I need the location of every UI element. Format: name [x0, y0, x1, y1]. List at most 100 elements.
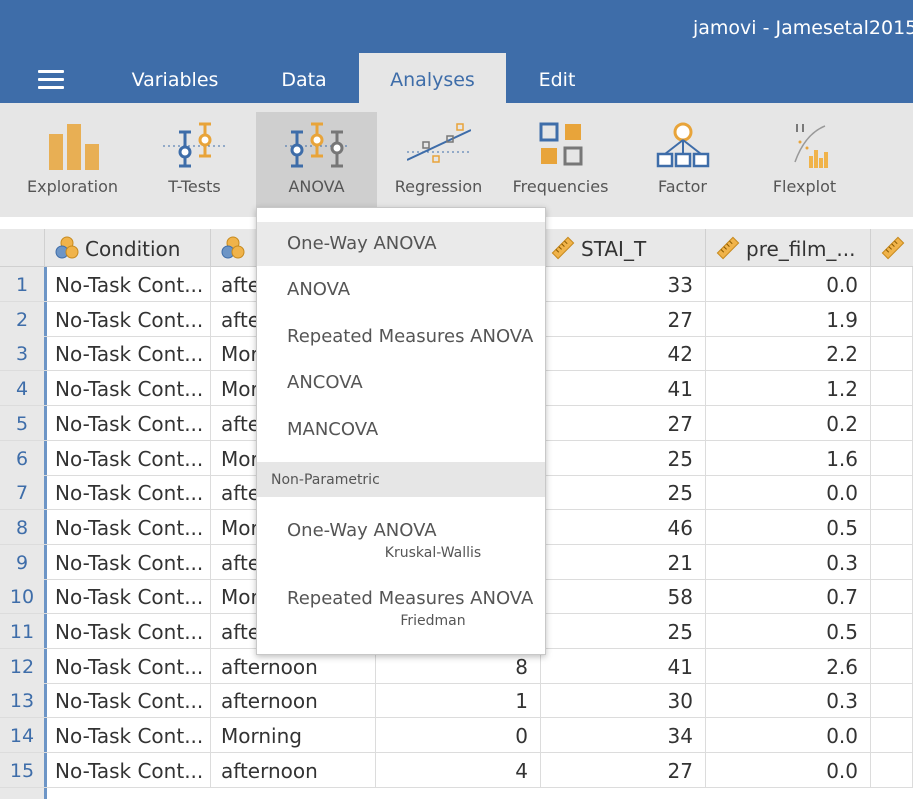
table-cell[interactable]: 0.0: [706, 267, 871, 301]
table-cell[interactable]: 25: [541, 475, 706, 510]
table-cell[interactable]: 34: [541, 718, 706, 753]
table-cell[interactable]: [871, 509, 913, 544]
table-cell[interactable]: 4: [376, 752, 541, 787]
menu-item-mancova[interactable]: MANCOVA: [257, 404, 545, 450]
column-header-condition[interactable]: Condition: [45, 229, 211, 266]
ttests-button[interactable]: T-Tests: [134, 112, 255, 209]
table-cell[interactable]: [871, 752, 913, 787]
table-cell[interactable]: 41: [541, 371, 706, 406]
table-cell[interactable]: 27: [541, 752, 706, 787]
table-cell[interactable]: 46: [541, 509, 706, 544]
table-cell[interactable]: 1.6: [706, 440, 871, 475]
column-header-stai-t[interactable]: STAI_T: [541, 229, 706, 266]
table-cell[interactable]: No-Task Cont...: [45, 509, 211, 544]
table-cell[interactable]: [871, 440, 913, 475]
table-cell[interactable]: No-Task Cont...: [45, 752, 211, 787]
table-cell[interactable]: 0.5: [706, 614, 871, 648]
table-cell[interactable]: [871, 718, 913, 753]
table-cell[interactable]: [871, 544, 913, 579]
table-cell[interactable]: 1.2: [706, 371, 871, 406]
table-cell[interactable]: 2.2: [706, 336, 871, 371]
row-number[interactable]: 1: [0, 267, 44, 301]
factor-button[interactable]: Factor: [622, 112, 743, 209]
table-cell[interactable]: [871, 648, 913, 683]
table-cell[interactable]: 25: [541, 440, 706, 475]
hamburger-menu-icon[interactable]: [38, 70, 64, 90]
table-cell[interactable]: [871, 683, 913, 718]
frequencies-button[interactable]: Frequencies: [500, 112, 621, 209]
regression-button[interactable]: Regression: [378, 112, 499, 209]
row-number[interactable]: 15: [0, 752, 44, 787]
row-number[interactable]: 9: [0, 544, 44, 579]
table-cell[interactable]: No-Task Cont...: [45, 718, 211, 753]
table-cell[interactable]: 27: [541, 405, 706, 440]
table-cell[interactable]: [871, 614, 913, 648]
tab-analyses[interactable]: Analyses: [359, 53, 506, 103]
table-cell[interactable]: No-Task Cont...: [45, 371, 211, 406]
table-cell[interactable]: 0.0: [706, 475, 871, 510]
table-cell[interactable]: No-Task Cont...: [45, 301, 211, 336]
table-cell[interactable]: 1.9: [706, 301, 871, 336]
table-cell[interactable]: No-Task Cont...: [45, 544, 211, 579]
table-cell[interactable]: Morning: [211, 718, 376, 753]
table-cell[interactable]: [871, 579, 913, 614]
menu-item-repeated-measures-anova[interactable]: Repeated Measures ANOVA: [257, 312, 545, 358]
table-cell[interactable]: No-Task Cont...: [45, 683, 211, 718]
table-cell[interactable]: 2.6: [706, 648, 871, 683]
anova-button[interactable]: ANOVA: [256, 112, 377, 209]
table-cell[interactable]: No-Task Cont...: [45, 648, 211, 683]
row-number[interactable]: 8: [0, 509, 44, 544]
table-cell[interactable]: [871, 371, 913, 406]
table-cell[interactable]: No-Task Cont...: [45, 475, 211, 510]
row-number[interactable]: 7: [0, 475, 44, 510]
row-number[interactable]: 5: [0, 405, 44, 440]
table-cell[interactable]: 27: [541, 301, 706, 336]
table-cell[interactable]: 30: [541, 683, 706, 718]
table-cell[interactable]: 0.5: [706, 509, 871, 544]
table-cell[interactable]: [871, 475, 913, 510]
menu-item-kruskal-wallis[interactable]: One-Way ANOVA Kruskal-Wallis: [257, 506, 545, 570]
table-cell[interactable]: 0.2: [706, 405, 871, 440]
table-cell[interactable]: No-Task Cont...: [45, 614, 211, 648]
menu-item-friedman[interactable]: Repeated Measures ANOVA Friedman: [257, 574, 545, 638]
table-cell[interactable]: No-Task Cont...: [45, 336, 211, 371]
flexplot-button[interactable]: Flexplot: [744, 112, 865, 209]
table-cell[interactable]: No-Task Cont...: [45, 579, 211, 614]
row-number[interactable]: 11: [0, 614, 44, 648]
table-cell[interactable]: 33: [541, 267, 706, 301]
row-number[interactable]: 13: [0, 683, 44, 718]
table-cell[interactable]: [871, 336, 913, 371]
tab-variables[interactable]: Variables: [110, 53, 240, 103]
exploration-button[interactable]: Exploration: [12, 112, 133, 209]
table-cell[interactable]: [871, 405, 913, 440]
column-header-pre-film[interactable]: pre_film_...: [706, 229, 871, 266]
column-header-6[interactable]: [871, 229, 913, 266]
table-cell[interactable]: 0.0: [706, 718, 871, 753]
table-cell[interactable]: 0.0: [706, 752, 871, 787]
table-cell[interactable]: 0: [376, 718, 541, 753]
menu-item-ancova[interactable]: ANCOVA: [257, 358, 545, 404]
table-cell[interactable]: [871, 301, 913, 336]
table-cell[interactable]: afternoon: [211, 752, 376, 787]
row-number[interactable]: 10: [0, 579, 44, 614]
table-cell[interactable]: 41: [541, 648, 706, 683]
table-cell[interactable]: afternoon: [211, 683, 376, 718]
row-number[interactable]: 6: [0, 440, 44, 475]
row-number[interactable]: 12: [0, 648, 44, 683]
table-cell[interactable]: No-Task Cont...: [45, 267, 211, 301]
table-cell[interactable]: 42: [541, 336, 706, 371]
table-cell[interactable]: 58: [541, 579, 706, 614]
table-cell[interactable]: No-Task Cont...: [45, 440, 211, 475]
tab-edit[interactable]: Edit: [510, 53, 604, 103]
row-number[interactable]: 3: [0, 336, 44, 371]
menu-item-anova[interactable]: ANOVA: [257, 266, 545, 312]
tab-data[interactable]: Data: [250, 53, 358, 103]
table-cell[interactable]: 0.3: [706, 544, 871, 579]
table-cell[interactable]: [871, 267, 913, 301]
row-number[interactable]: 4: [0, 371, 44, 406]
menu-item-one-way-anova[interactable]: One-Way ANOVA: [257, 222, 545, 266]
table-cell[interactable]: No-Task Cont...: [45, 405, 211, 440]
table-cell[interactable]: 0.7: [706, 579, 871, 614]
row-number[interactable]: 2: [0, 301, 44, 336]
row-number[interactable]: 14: [0, 718, 44, 753]
